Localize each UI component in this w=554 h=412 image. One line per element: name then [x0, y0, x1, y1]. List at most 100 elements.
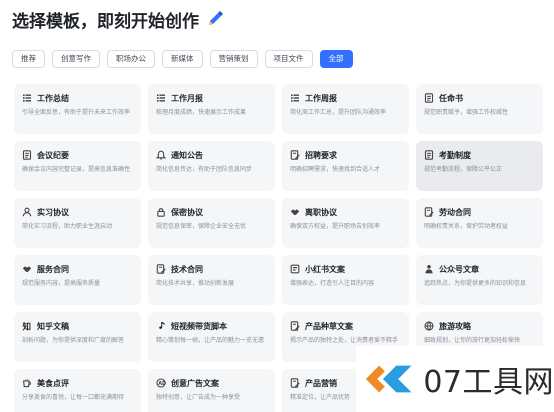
template-card-header: 离职协议	[290, 206, 401, 218]
template-card-description: 规范考勤流程，保障公平公正	[424, 166, 503, 173]
cup-icon	[22, 378, 32, 388]
template-card-header: 产品种草文案	[290, 320, 401, 332]
template-card[interactable]: 短视频带货脚本 精心策划每一帧，让产品的魅力一览无遗	[148, 312, 275, 362]
template-card-header: 招聘要求	[290, 149, 401, 161]
user-icon	[22, 207, 32, 217]
template-card[interactable]: 通知公告简化信息传达，有助于团队信息同步	[148, 141, 275, 191]
template-card-header: 实习协议	[22, 206, 133, 218]
filter-marketing[interactable]: 营销策划	[209, 50, 258, 68]
template-card-header: 工作月报	[156, 92, 267, 104]
filter-recommend[interactable]: 推荐	[12, 50, 45, 68]
template-card-title: 招聘要求	[305, 150, 337, 160]
list-icon	[290, 93, 300, 103]
template-card-header: 考勤制度	[424, 149, 535, 161]
template-card-header: 技术合同	[156, 263, 267, 275]
handshake-icon	[290, 207, 300, 217]
template-card-title: 小红书文案	[305, 264, 345, 274]
template-card[interactable]: 工作总结 引导全面反思，有助于提升未来工作效率	[14, 84, 141, 134]
template-card-description: 揭示产品的独特之处，让消费者爱不释手	[290, 337, 399, 344]
template-card-description: 剖析问题，为你提供深度和广度的解答	[22, 337, 125, 344]
document-icon	[22, 150, 32, 160]
template-card-description: 简化技术共享，推动创新发展	[156, 280, 235, 287]
template-card[interactable]: 技术合同简化技术共享，推动创新发展	[148, 255, 275, 305]
filter-project-docs[interactable]: 项目文件	[264, 50, 313, 68]
template-card-header: 小红书文案	[290, 263, 401, 275]
person-icon	[424, 264, 434, 274]
watermark-logo	[365, 365, 412, 393]
template-card[interactable]: 劳动合同明确权责关系，保护劳动者权益	[416, 198, 543, 248]
template-card[interactable]: 服务合同 规范服务内容，提高服务质量	[14, 255, 141, 305]
template-card[interactable]: 考勤制度规范考勤流程，保障公平公正	[416, 141, 543, 191]
template-card-header: 通知公告	[156, 149, 267, 161]
document-edit-icon	[156, 264, 166, 274]
template-card[interactable]: 美食点评分享美食的喜悦，让每一口都充满期待	[14, 369, 141, 412]
template-card-header: 美食点评	[22, 377, 133, 389]
template-card-description: 规范职责赋予，增强工作权威性	[424, 109, 509, 116]
template-card-description: 规范服务内容，提高服务质量	[22, 280, 101, 287]
template-card[interactable]: 实习协议简化实习流程，助力职业生涯启动	[14, 198, 141, 248]
template-card-title: 考勤制度	[439, 150, 471, 160]
template-card-description: 引导全面反思，有助于提升未来工作效率	[22, 109, 131, 116]
filter-creative-writing[interactable]: 创意写作	[52, 50, 100, 68]
document-edit-icon	[290, 150, 300, 160]
list-icon	[22, 93, 32, 103]
template-card-title: 任命书	[439, 93, 463, 103]
template-card[interactable]: 工作周报 简化周工作汇总，提升团队沟通效率	[282, 84, 409, 134]
template-card-description: 追踪热点，为你提供更多的知识和信息	[424, 280, 527, 287]
template-card-title: 美食点评	[37, 378, 69, 388]
document-icon	[424, 93, 434, 103]
filter-office[interactable]: 职场办公	[107, 50, 155, 68]
template-card-description: 简化信息传达，有助于团队信息同步	[156, 166, 253, 173]
template-card-header: AD 创意广告文案	[156, 377, 267, 389]
page-title: 选择模板，即刻开始创作	[12, 11, 199, 32]
template-card[interactable]: 工作月报梳理月度成绩，快速展示工作成果	[148, 84, 275, 134]
template-card-title: 产品种草文案	[305, 321, 353, 331]
template-card-header: 保密协议	[156, 206, 267, 218]
template-card-title: 实习协议	[37, 207, 69, 217]
template-card-title: 产品营销	[305, 378, 337, 388]
template-card-description: 增强表达，打造引人注目的内容	[290, 280, 375, 287]
template-card-title: 劳动合同	[439, 207, 471, 217]
template-card-title: 知乎文稿	[37, 321, 69, 331]
template-card[interactable]: 公众号文章追踪热点，为你提供更多的知识和信息	[416, 255, 543, 305]
template-card-title: 创意广告文案	[171, 378, 219, 388]
template-card-description: 明确权责关系，保护劳动者权益	[424, 223, 509, 230]
template-card-description: 简化实习流程，助力职业生涯启动	[22, 223, 113, 230]
handshake-icon	[22, 264, 32, 274]
ad-icon: AD	[156, 378, 166, 388]
template-card[interactable]: AD 创意广告文案 独特创意，让广告成为一种享受	[148, 369, 275, 412]
zhi-icon: 知	[22, 321, 32, 331]
template-card[interactable]: 任命书规范职责赋予，增强工作权威性	[416, 84, 543, 134]
template-card-header: 知知乎文稿	[22, 320, 133, 332]
template-card[interactable]: 离职协议确保双方权益，提升职场告别效率	[282, 198, 409, 248]
template-card-description: 规范信息保密，保障企业安全无忧	[156, 223, 247, 230]
template-card-title: 技术合同	[171, 264, 203, 274]
template-card[interactable]: 会议纪要确保会议内容完整记录，提高信息准确性	[14, 141, 141, 191]
list-icon	[156, 93, 166, 103]
template-card[interactable]: 小红书文案增强表达，打造引人注目的内容	[282, 255, 409, 305]
template-card[interactable]: 招聘要求 明确招聘需求，快速找到合适人才	[282, 141, 409, 191]
document-icon	[424, 150, 434, 160]
category-filter-bar: 推荐 创意写作 职场办公 新媒体 营销策划 项目文件 全部	[12, 50, 353, 68]
template-card[interactable]: 知知乎文稿剖析问题，为你提供深度和广度的解答	[14, 312, 141, 362]
template-card-header: 公众号文章	[424, 263, 535, 275]
filter-new-media[interactable]: 新媒体	[162, 50, 203, 68]
template-card-description: 确保会议内容完整记录，提高信息准确性	[22, 166, 131, 173]
music-icon	[156, 321, 166, 331]
template-card-header: 短视频带货脚本	[156, 320, 267, 332]
template-card-title: 会议纪要	[37, 150, 69, 160]
template-card-description: 梳理月度成绩，快速展示工作成果	[156, 109, 247, 116]
template-card-description: 简化周工作汇总，提升团队沟通效率	[290, 109, 387, 116]
template-card-description: 确保双方权益，提升职场告别效率	[290, 223, 381, 230]
document-edit-icon	[424, 207, 434, 217]
book-icon	[290, 264, 300, 274]
document-edit-icon	[290, 378, 300, 388]
template-card-title: 离职协议	[305, 207, 337, 217]
template-card[interactable]: 保密协议规范信息保密，保障企业安全无忧	[148, 198, 275, 248]
template-card-title: 工作月报	[171, 93, 203, 103]
template-card-title: 公众号文章	[439, 264, 479, 274]
filter-all[interactable]: 全部	[319, 50, 353, 68]
template-card-description: 分享美食的喜悦，让每一口都充满期待	[22, 394, 125, 401]
template-card-title: 通知公告	[171, 150, 203, 160]
header: 选择模板，即刻开始创作	[12, 6, 225, 32]
